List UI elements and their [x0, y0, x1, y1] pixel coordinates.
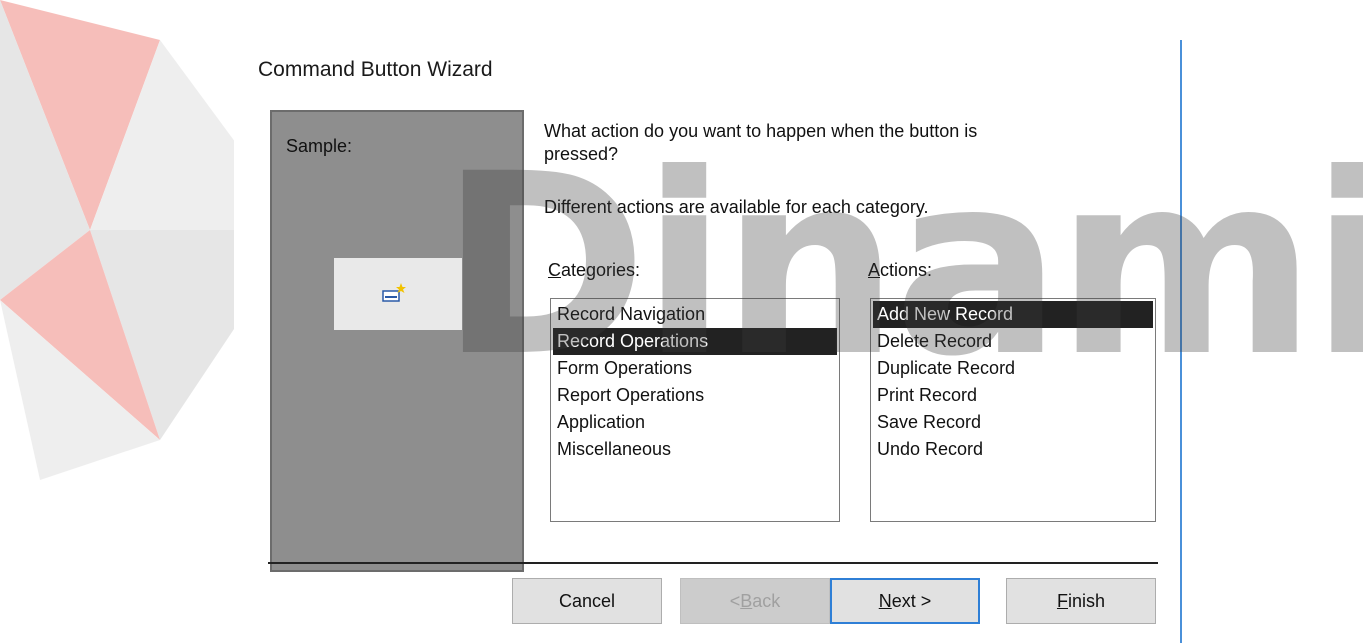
cancel-button[interactable]: Cancel [512, 578, 662, 624]
finish-text: inish [1067, 590, 1106, 611]
action-item[interactable]: Delete Record [873, 328, 1153, 355]
sample-button-preview [334, 258, 462, 330]
actions-label: Actions: [868, 260, 932, 281]
wizard-hint: Different actions are available for each… [544, 197, 929, 217]
back-accel: B [740, 590, 753, 611]
action-item[interactable]: Save Record [873, 409, 1153, 436]
action-item[interactable]: Undo Record [873, 436, 1153, 463]
categories-label-text: ategories: [561, 260, 641, 280]
back-button[interactable]: < Back [680, 578, 830, 624]
actions-label-text: ctions: [880, 260, 933, 280]
dialog-title: Command Button Wizard [258, 58, 493, 81]
category-item[interactable]: Record Navigation [553, 301, 837, 328]
finish-button[interactable]: Finish [1006, 578, 1156, 624]
categories-label-accel: C [548, 260, 561, 280]
next-accel: N [878, 590, 892, 611]
back-prefix: < [729, 590, 741, 611]
category-item[interactable]: Application [553, 409, 837, 436]
wizard-question: What action do you want to happen when t… [544, 121, 978, 164]
next-button[interactable]: Next > [830, 578, 980, 624]
category-item[interactable]: Miscellaneous [553, 436, 837, 463]
sample-preview-panel: Sample: [270, 110, 524, 572]
command-button-wizard-dialog: Command Button Wizard Sample: What actio… [234, 40, 1182, 643]
categories-label: Categories: [548, 260, 640, 281]
finish-accel: F [1056, 590, 1068, 611]
new-record-icon [382, 283, 406, 302]
category-item[interactable]: Record Operations [553, 328, 837, 355]
footer-divider [268, 562, 1158, 564]
category-item[interactable]: Form Operations [553, 355, 837, 382]
actions-listbox[interactable]: Add New Record Delete Record Duplicate R… [870, 298, 1156, 522]
action-item[interactable]: Duplicate Record [873, 355, 1153, 382]
category-item[interactable]: Report Operations [553, 382, 837, 409]
next-text: ext > [891, 590, 932, 611]
action-item[interactable]: Add New Record [873, 301, 1153, 328]
categories-listbox[interactable]: Record Navigation Record Operations Form… [550, 298, 840, 522]
sample-label: Sample: [286, 136, 353, 156]
screen: UNIVERSITAS Command Button Wizard Sample… [0, 0, 1363, 643]
actions-label-accel: A [868, 260, 881, 280]
back-text: ack [752, 590, 781, 611]
action-item[interactable]: Print Record [873, 382, 1153, 409]
